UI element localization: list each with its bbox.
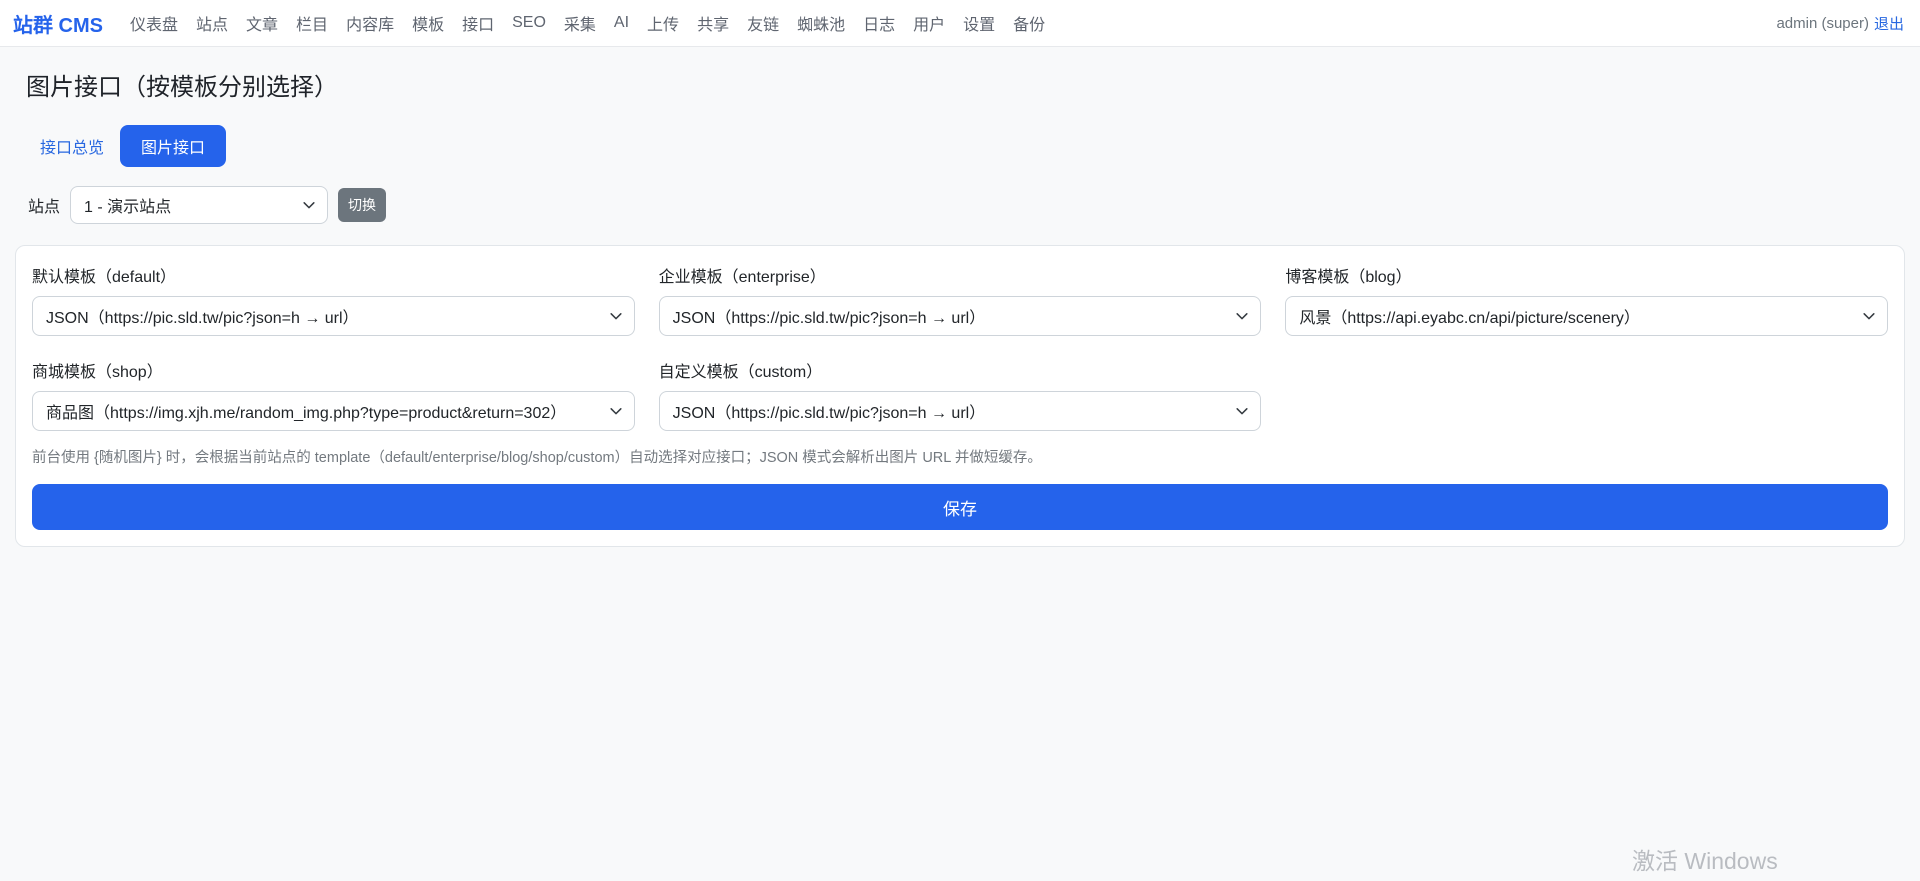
field-select-value: JSON（https://pic.sld.tw/pic?json=h → url… xyxy=(673,304,986,328)
site-select[interactable]: 1 - 演示站点 xyxy=(70,186,328,224)
image-api-card: 默认模板（default） JSON（https://pic.sld.tw/pi… xyxy=(15,245,1905,547)
template-field: 企业模板（enterprise） JSON（https://pic.sld.tw… xyxy=(659,263,1262,336)
site-selector-row: 站点 1 - 演示站点 切换 xyxy=(15,186,1905,224)
field-select-value: 风景（https://api.eyabc.cn/api/picture/scen… xyxy=(1299,304,1640,328)
save-button[interactable]: 保存 xyxy=(32,484,1888,530)
field-select[interactable]: JSON（https://pic.sld.tw/pic?json=h → url… xyxy=(659,296,1262,336)
nav-item[interactable]: 站点 xyxy=(187,3,237,43)
chevron-down-icon xyxy=(1862,309,1876,323)
field-select-value: JSON（https://pic.sld.tw/pic?json=h → url… xyxy=(673,399,986,423)
chevron-down-icon xyxy=(1235,309,1249,323)
nav-item[interactable]: 蜘蛛池 xyxy=(788,3,854,43)
nav-item[interactable]: 友链 xyxy=(738,3,788,43)
fields-grid: 默认模板（default） JSON（https://pic.sld.tw/pi… xyxy=(32,263,1888,431)
field-select[interactable]: 风景（https://api.eyabc.cn/api/picture/scen… xyxy=(1285,296,1888,336)
field-label: 商城模板（shop） xyxy=(32,358,635,382)
page-title: 图片接口（按模板分别选择） xyxy=(13,67,1905,102)
nav-item[interactable]: 上传 xyxy=(638,3,688,43)
nav-item[interactable]: 用户 xyxy=(904,3,954,43)
main-content: 图片接口（按模板分别选择） 接口总览 图片接口 站点 1 - 演示站点 切换 默… xyxy=(0,67,1920,547)
field-select[interactable]: 商品图（https://img.xjh.me/random_img.php?ty… xyxy=(32,391,635,431)
help-text: 前台使用 {随机图片} 时，会根据当前站点的 template（default/… xyxy=(32,446,1888,467)
field-select[interactable]: JSON（https://pic.sld.tw/pic?json=h → url… xyxy=(32,296,635,336)
chevron-down-icon xyxy=(302,198,316,212)
nav-item[interactable]: 模板 xyxy=(403,3,453,43)
tab-api-overview[interactable]: 接口总览 xyxy=(28,126,120,166)
nav-item[interactable]: SEO xyxy=(503,6,555,40)
field-select[interactable]: JSON（https://pic.sld.tw/pic?json=h → url… xyxy=(659,391,1262,431)
template-field: 默认模板（default） JSON（https://pic.sld.tw/pi… xyxy=(32,263,635,336)
nav-item[interactable]: 内容库 xyxy=(337,3,403,43)
template-field: 自定义模板（custom） JSON（https://pic.sld.tw/pi… xyxy=(659,358,1262,431)
tab-bar: 接口总览 图片接口 xyxy=(15,125,1905,167)
top-navbar: 站群 CMS 仪表盘站点文章栏目内容库模板接口SEO采集AI上传共享友链蜘蛛池日… xyxy=(0,0,1920,47)
nav-item[interactable]: 日志 xyxy=(854,3,904,43)
nav-menu: 仪表盘站点文章栏目内容库模板接口SEO采集AI上传共享友链蜘蛛池日志用户设置备份 xyxy=(121,3,1054,43)
brand-logo[interactable]: 站群 CMS xyxy=(13,9,103,38)
template-field: 商城模板（shop） 商品图（https://img.xjh.me/random… xyxy=(32,358,635,431)
current-user-label: admin (super) xyxy=(1776,15,1869,32)
nav-item[interactable]: 文章 xyxy=(237,3,287,43)
watermark-line1: 激活 Windows xyxy=(1632,842,1812,876)
field-select-value: 商品图（https://img.xjh.me/random_img.php?ty… xyxy=(46,399,566,423)
field-label: 博客模板（blog） xyxy=(1285,263,1888,287)
logout-link[interactable]: 退出 xyxy=(1874,13,1904,34)
nav-item[interactable]: 栏目 xyxy=(287,3,337,43)
template-field: 博客模板（blog） 风景（https://api.eyabc.cn/api/p… xyxy=(1285,263,1888,336)
nav-item[interactable]: 采集 xyxy=(555,3,605,43)
field-select-value: JSON（https://pic.sld.tw/pic?json=h → url… xyxy=(46,304,359,328)
chevron-down-icon xyxy=(1235,404,1249,418)
nav-item[interactable]: 接口 xyxy=(453,3,503,43)
field-label: 自定义模板（custom） xyxy=(659,358,1262,382)
chevron-down-icon xyxy=(609,404,623,418)
chevron-down-icon xyxy=(609,309,623,323)
nav-item[interactable]: 仪表盘 xyxy=(121,3,187,43)
nav-item[interactable]: 设置 xyxy=(954,3,1004,43)
switch-site-button[interactable]: 切换 xyxy=(338,188,386,222)
tab-image-api[interactable]: 图片接口 xyxy=(120,125,226,167)
nav-item[interactable]: AI xyxy=(605,6,638,40)
windows-activation-watermark: 激活 Windows 转到“设置”以激活 Windows xyxy=(1632,842,1812,881)
field-label: 企业模板（enterprise） xyxy=(659,263,1262,287)
nav-item[interactable]: 备份 xyxy=(1004,3,1054,43)
field-label: 默认模板（default） xyxy=(32,263,635,287)
nav-item[interactable]: 共享 xyxy=(688,3,738,43)
site-label: 站点 xyxy=(28,193,60,217)
site-select-value: 1 - 演示站点 xyxy=(84,193,171,217)
